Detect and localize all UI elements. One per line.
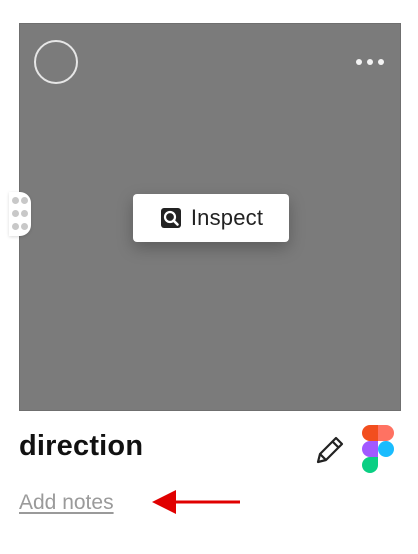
red-arrow-annotation: [152, 490, 240, 514]
drag-dot: [12, 210, 19, 217]
item-title: direction: [19, 430, 144, 462]
more-dot: [356, 59, 362, 65]
drag-dot: [21, 223, 28, 230]
drag-dot: [12, 197, 19, 204]
drag-handle-icon[interactable]: [9, 192, 31, 236]
drag-dot: [21, 210, 28, 217]
pencil-icon[interactable]: [310, 430, 350, 470]
drag-dot: [21, 197, 28, 204]
more-options-button[interactable]: [344, 54, 384, 70]
figma-logo[interactable]: [362, 425, 394, 473]
drag-dot: [12, 223, 19, 230]
add-notes-link[interactable]: Add notes: [19, 491, 114, 515]
inspect-label: Inspect: [190, 205, 264, 230]
more-dot: [367, 59, 373, 65]
preview-card[interactable]: Inspect: [19, 23, 401, 411]
inspect-icon: [160, 208, 181, 228]
inspect-button[interactable]: Inspect: [133, 194, 289, 242]
more-dot: [378, 59, 384, 65]
select-checkbox[interactable]: [34, 40, 78, 84]
